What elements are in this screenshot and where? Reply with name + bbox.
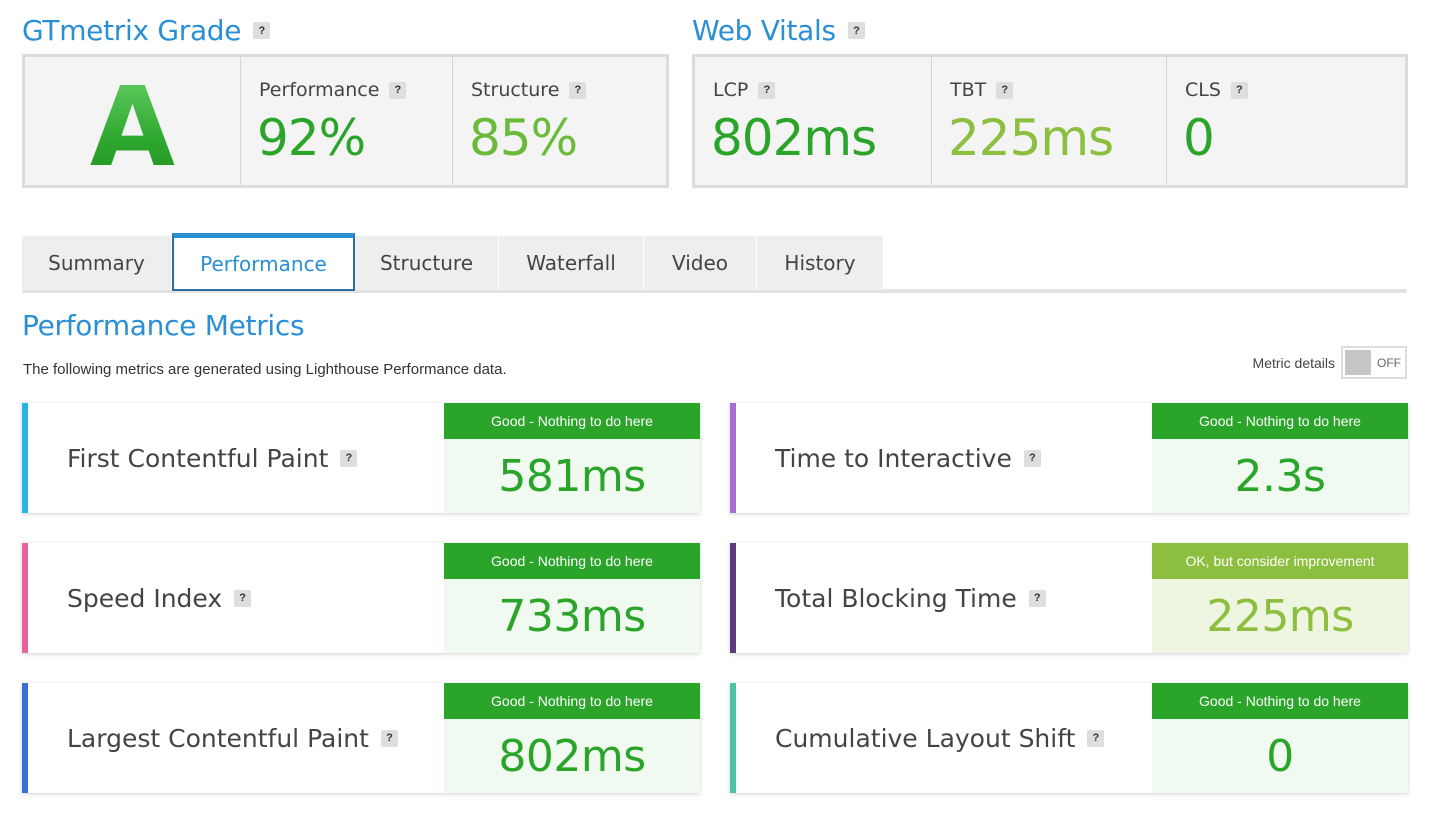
metric-result: Good - Nothing to do here 581ms xyxy=(444,403,700,513)
metric-status-badge: Good - Nothing to do here xyxy=(444,403,700,439)
metric-accent-bar xyxy=(730,543,736,653)
metric-accent-bar xyxy=(730,683,736,793)
metric-name-row: Speed Index ? xyxy=(67,543,252,653)
metric-details-toggle[interactable]: OFF xyxy=(1341,346,1407,379)
lcp-label-row: LCP ? xyxy=(713,79,776,101)
tbt-value: 225ms xyxy=(948,109,1114,167)
grade-cell: A xyxy=(25,57,241,191)
structure-score-label-row: Structure ? xyxy=(471,79,587,101)
metric-name: Speed Index xyxy=(67,583,223,613)
lcp-value: 802ms xyxy=(711,109,877,167)
help-icon[interactable]: ? xyxy=(847,22,865,39)
performance-score-cell: Performance ? 92% xyxy=(241,57,453,185)
tab-summary[interactable]: Summary xyxy=(22,236,172,290)
metric-accent-bar xyxy=(22,543,28,653)
metric-accent-bar xyxy=(22,683,28,793)
metric-accent-bar xyxy=(22,403,28,513)
help-icon[interactable]: ? xyxy=(996,81,1014,99)
metric-name: Largest Contentful Paint xyxy=(67,723,369,753)
help-icon[interactable]: ? xyxy=(380,729,398,747)
structure-score-label: Structure xyxy=(471,79,560,101)
metric-card-cumulative-layout-shift: Cumulative Layout Shift ? Good - Nothing… xyxy=(730,683,1408,793)
tbt-label-row: TBT ? xyxy=(950,79,1014,101)
metric-result: Good - Nothing to do here 2.3s xyxy=(1152,403,1408,513)
metric-name-row: Largest Contentful Paint ? xyxy=(67,683,398,793)
performance-score-label-row: Performance ? xyxy=(259,79,407,101)
performance-score-label: Performance xyxy=(259,79,380,101)
cls-label: CLS xyxy=(1185,79,1221,101)
grade-panel: A Performance ? 92% Structure ? 85% xyxy=(22,54,669,191)
web-vitals-title: Web Vitals ? xyxy=(692,14,865,47)
structure-score-value: 85% xyxy=(469,109,578,167)
tbt-cell: TBT ? 225ms xyxy=(932,57,1167,185)
cls-label-row: CLS ? xyxy=(1185,79,1248,101)
help-icon[interactable]: ? xyxy=(234,589,252,607)
cls-value: 0 xyxy=(1183,109,1215,167)
tab-history[interactable]: History xyxy=(757,236,884,290)
help-icon[interactable]: ? xyxy=(1230,81,1248,99)
metric-name: Total Blocking Time xyxy=(775,583,1017,613)
metric-name: First Contentful Paint xyxy=(67,443,329,473)
metric-card-time-to-interactive: Time to Interactive ? Good - Nothing to … xyxy=(730,403,1408,513)
metric-card-total-blocking-time: Total Blocking Time ? OK, but consider i… xyxy=(730,543,1408,653)
help-icon[interactable]: ? xyxy=(1023,449,1041,467)
tab-performance[interactable]: Performance xyxy=(172,233,355,291)
web-vitals-panel: LCP ? 802ms TBT ? 225ms CLS ? 0 xyxy=(692,54,1408,188)
lcp-label: LCP xyxy=(713,79,749,101)
metric-status-badge: Good - Nothing to do here xyxy=(1152,683,1408,719)
metric-card-speed-index: Speed Index ? Good - Nothing to do here … xyxy=(22,543,700,653)
metric-value: 802ms xyxy=(444,719,700,793)
metric-name: Time to Interactive xyxy=(775,443,1012,473)
metric-result: Good - Nothing to do here 733ms xyxy=(444,543,700,653)
metric-card-first-contentful-paint: First Contentful Paint ? Good - Nothing … xyxy=(22,403,700,513)
metric-status-badge: Good - Nothing to do here xyxy=(1152,403,1408,439)
tab-structure[interactable]: Structure xyxy=(355,236,499,290)
grade-letter: A xyxy=(25,63,240,191)
gtmetrix-grade-title: GTmetrix Grade ? xyxy=(22,14,271,47)
help-icon[interactable]: ? xyxy=(253,22,271,39)
metric-status-badge: Good - Nothing to do here xyxy=(444,683,700,719)
metric-value: 2.3s xyxy=(1152,439,1408,513)
metric-name-row: Total Blocking Time ? xyxy=(775,543,1046,653)
help-icon[interactable]: ? xyxy=(389,81,407,99)
toggle-knob xyxy=(1345,350,1371,375)
performance-score-value: 92% xyxy=(257,109,366,167)
metric-details-toggle-group: Metric details OFF xyxy=(1253,346,1407,379)
web-vitals-heading: Web Vitals xyxy=(692,14,836,47)
cls-cell: CLS ? 0 xyxy=(1167,57,1405,185)
metric-status-badge: Good - Nothing to do here xyxy=(444,543,700,579)
tab-video[interactable]: Video xyxy=(644,236,757,290)
metric-result: OK, but consider improvement 225ms xyxy=(1152,543,1408,653)
tbt-label: TBT xyxy=(950,79,987,101)
metric-status-badge: OK, but consider improvement xyxy=(1152,543,1408,579)
help-icon[interactable]: ? xyxy=(569,81,587,99)
help-icon[interactable]: ? xyxy=(758,81,776,99)
metric-name-row: Cumulative Layout Shift ? xyxy=(775,683,1105,793)
metric-result: Good - Nothing to do here 802ms xyxy=(444,683,700,793)
tab-waterfall[interactable]: Waterfall xyxy=(499,236,644,290)
metric-card-largest-contentful-paint: Largest Contentful Paint ? Good - Nothin… xyxy=(22,683,700,793)
metric-value: 733ms xyxy=(444,579,700,653)
help-icon[interactable]: ? xyxy=(340,449,358,467)
help-icon[interactable]: ? xyxy=(1028,589,1046,607)
metric-name-row: Time to Interactive ? xyxy=(775,403,1041,513)
gtmetrix-grade-heading: GTmetrix Grade xyxy=(22,14,242,47)
metric-accent-bar xyxy=(730,403,736,513)
metric-value: 225ms xyxy=(1152,579,1408,653)
metric-value: 0 xyxy=(1152,719,1408,793)
performance-metrics-description: The following metrics are generated usin… xyxy=(23,361,507,378)
metric-name-row: First Contentful Paint ? xyxy=(67,403,358,513)
performance-metrics-title: Performance Metrics xyxy=(22,309,305,342)
report-tabs: Summary Performance Structure Waterfall … xyxy=(22,233,1407,293)
toggle-state: OFF xyxy=(1377,355,1401,370)
metric-value: 581ms xyxy=(444,439,700,513)
metric-details-label: Metric details xyxy=(1252,354,1335,371)
metric-name: Cumulative Layout Shift xyxy=(775,723,1076,753)
help-icon[interactable]: ? xyxy=(1087,729,1105,747)
structure-score-cell: Structure ? 85% xyxy=(453,57,666,185)
lcp-cell: LCP ? 802ms xyxy=(695,57,932,185)
metric-result: Good - Nothing to do here 0 xyxy=(1152,683,1408,793)
